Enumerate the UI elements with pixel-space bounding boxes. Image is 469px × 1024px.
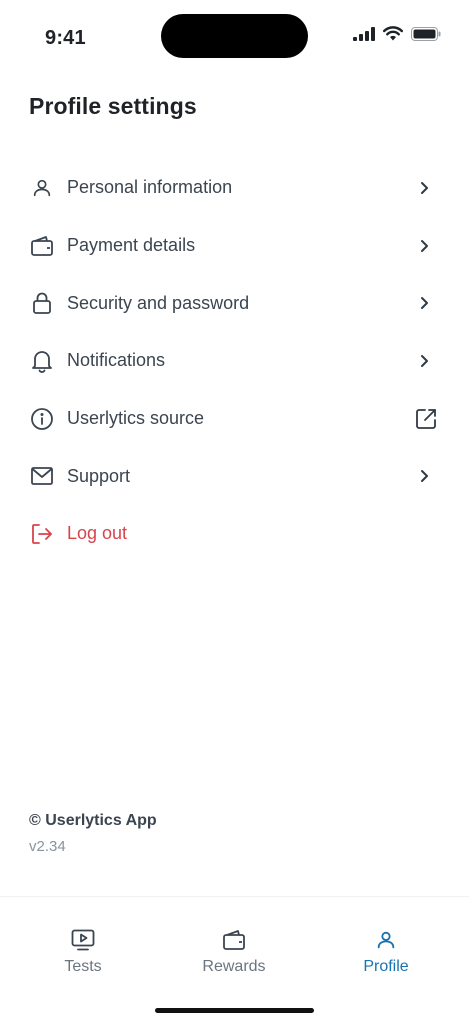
tab-rewards[interactable]: Rewards (174, 927, 294, 976)
menu-item-label: Security and password (67, 292, 250, 313)
tab-label: Tests (64, 958, 102, 975)
tab-profile[interactable]: Profile (326, 927, 446, 976)
menu-item-label: Support (67, 465, 131, 486)
wallet-icon (221, 927, 247, 953)
app-version: v2.34 (29, 838, 66, 855)
bell-icon (30, 349, 54, 373)
menu-item-label: Log out (67, 523, 128, 544)
chevron-right-icon (419, 239, 431, 253)
chevron-right-icon (419, 354, 431, 368)
home-indicator (155, 1008, 314, 1013)
tab-label: Profile (363, 958, 409, 975)
status-bar: 9:41 (0, 0, 469, 70)
person-icon (373, 927, 399, 953)
menu-item-label: Personal information (67, 177, 233, 198)
logout-icon (30, 522, 54, 546)
battery-icon (411, 26, 441, 46)
dynamic-island (161, 14, 308, 58)
tab-bar: Tests Rewards Profile (0, 896, 469, 1024)
menu-item-payment-details[interactable]: Payment details (0, 217, 469, 275)
menu-item-security-and-password[interactable]: Security and password (0, 274, 469, 332)
page-title: Profile settings (29, 93, 197, 119)
settings-menu: Personal information Payment details Sec… (0, 159, 469, 563)
mail-icon (30, 464, 54, 488)
wallet-icon (30, 234, 54, 258)
app-copyright: © Userlytics App (29, 812, 157, 829)
status-icons (353, 26, 441, 46)
menu-item-support[interactable]: Support (0, 447, 469, 505)
chevron-right-icon (419, 181, 431, 195)
menu-item-userlytics-source[interactable]: Userlytics source (0, 390, 469, 448)
cellular-signal-icon (353, 26, 375, 46)
menu-item-label: Notifications (67, 350, 166, 371)
info-icon (30, 407, 54, 431)
lock-icon (30, 291, 54, 315)
chevron-right-icon (419, 469, 431, 483)
tab-tests[interactable]: Tests (23, 927, 143, 976)
tab-label: Rewards (202, 958, 266, 975)
play-video-icon (70, 927, 96, 953)
menu-item-notifications[interactable]: Notifications (0, 332, 469, 390)
chevron-right-icon (419, 296, 431, 310)
menu-item-label: Userlytics source (67, 408, 205, 429)
wifi-icon (383, 26, 403, 46)
menu-item-label: Payment details (67, 235, 196, 256)
external-link-icon[interactable] (414, 407, 438, 431)
menu-item-personal-information[interactable]: Personal information (0, 159, 469, 217)
person-icon (30, 176, 54, 200)
menu-item-log-out[interactable]: Log out (0, 505, 469, 563)
status-time: 9:41 (45, 27, 86, 49)
